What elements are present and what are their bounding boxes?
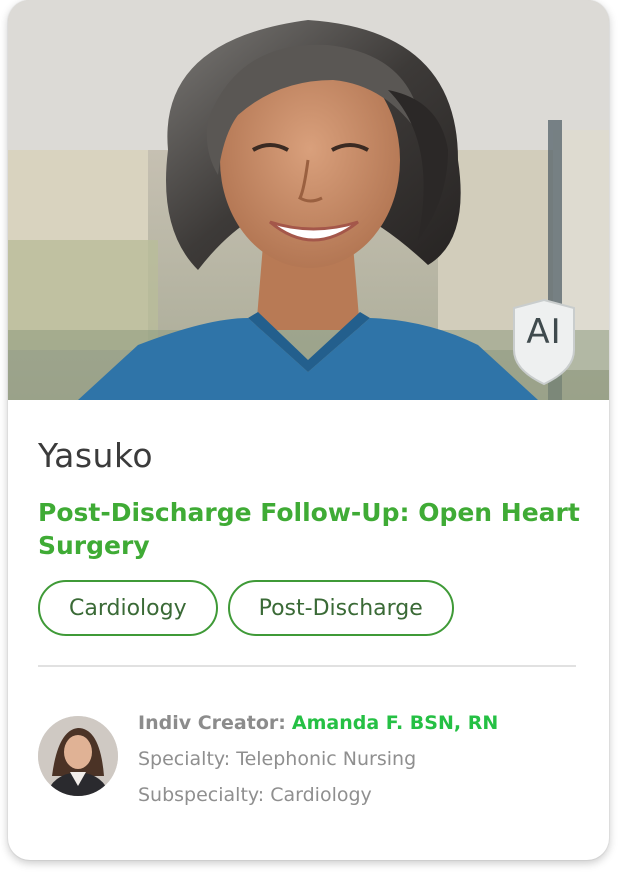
tag-cardiology[interactable]: Cardiology [38, 580, 218, 636]
creator-name-link[interactable]: Amanda F. BSN, RN [292, 712, 498, 734]
persona-name: Yasuko [38, 436, 154, 475]
creator-avatar [38, 716, 118, 796]
persona-card[interactable]: AI Yasuko Post-Discharge Follow-Up: Open… [8, 0, 609, 860]
persona-title: Post-Discharge Follow-Up: Open Heart Sur… [38, 498, 580, 560]
divider [38, 665, 576, 667]
creator-subspecialty: Subspecialty: Cardiology [138, 784, 372, 806]
tag-list: Cardiology Post-Discharge [38, 580, 454, 636]
creator-line: Indiv Creator: Amanda F. BSN, RN [138, 708, 498, 738]
ai-badge: AI [510, 298, 578, 386]
creator-label: Indiv Creator: [138, 712, 286, 734]
persona-photo: AI [8, 0, 609, 400]
creator-info: Indiv Creator: Amanda F. BSN, RN Special… [138, 708, 498, 810]
ai-badge-label: AI [526, 312, 562, 352]
tag-post-discharge[interactable]: Post-Discharge [227, 580, 454, 636]
creator-specialty: Specialty: Telephonic Nursing [138, 748, 417, 770]
